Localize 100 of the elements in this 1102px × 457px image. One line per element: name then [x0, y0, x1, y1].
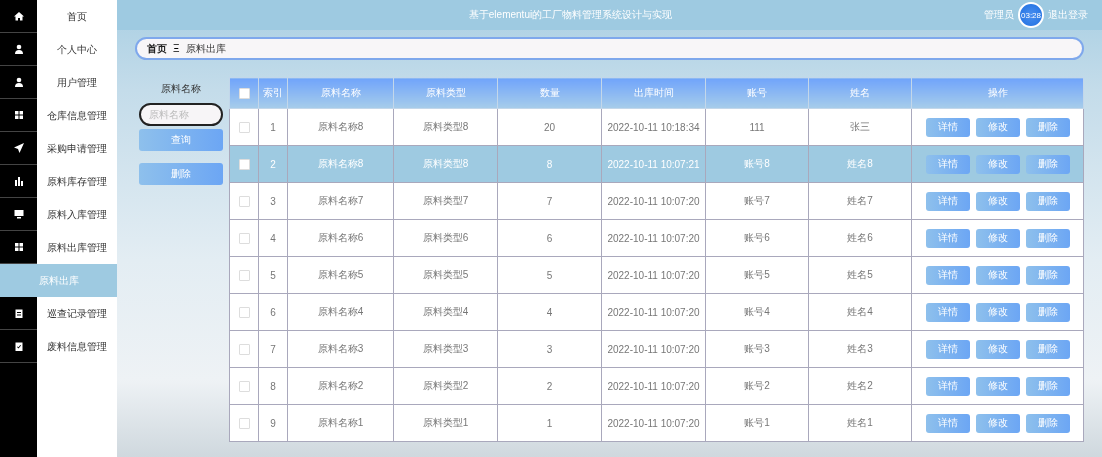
- table-cell: 原料名称4: [287, 293, 394, 331]
- table-cell: 2022-10-11 10:07:20: [601, 367, 706, 405]
- menu-item[interactable]: 个人中心: [37, 42, 117, 57]
- table-row[interactable]: 7 原料名称3 原料类型3 3 2022-10-11 10:07:20 账号3 姓名3 详情 修改 删除: [229, 330, 1084, 368]
- table-cell: 2022-10-11 10:07:20: [601, 182, 706, 220]
- table-cell: 6: [258, 293, 288, 331]
- menu-item[interactable]: 废料信息管理: [37, 339, 117, 354]
- table-cell: 4: [497, 293, 602, 331]
- table-cell: 2022-10-11 10:18:34: [601, 108, 706, 146]
- delete-row-button[interactable]: 删除: [1025, 154, 1070, 174]
- menu-item[interactable]: 首页: [37, 9, 117, 24]
- menu-item[interactable]: 仓库信息管理: [37, 108, 117, 123]
- delete-row-button[interactable]: 删除: [1025, 339, 1070, 359]
- table-cell: 账号6: [705, 219, 809, 257]
- table-cell: 原料类型8: [393, 145, 498, 183]
- table-cell: 原料类型7: [393, 182, 498, 220]
- row-checkbox[interactable]: [238, 269, 250, 281]
- table-cell: 2022-10-11 10:07:20: [601, 256, 706, 294]
- edit-button[interactable]: 修改: [975, 413, 1020, 433]
- table-cell: 原料类型1: [393, 404, 498, 442]
- row-checkbox[interactable]: [238, 232, 250, 244]
- breadcrumb-home[interactable]: 首页: [147, 41, 167, 56]
- row-checkbox[interactable]: [238, 195, 250, 207]
- column-header: 姓名: [808, 77, 912, 109]
- details-button[interactable]: 详情: [925, 117, 970, 137]
- details-button[interactable]: 详情: [925, 339, 970, 359]
- menu-item[interactable]: 原料入库管理: [37, 207, 117, 222]
- menu-item[interactable]: 采购申请管理: [37, 141, 117, 156]
- details-button[interactable]: 详情: [925, 302, 970, 322]
- table-cell: 姓名8: [808, 145, 912, 183]
- column-header: 原料类型: [393, 77, 498, 109]
- delete-button[interactable]: 删除: [139, 163, 223, 185]
- delete-row-button[interactable]: 删除: [1025, 265, 1070, 285]
- row-checkbox[interactable]: [238, 343, 250, 355]
- table-row[interactable]: 8 原料名称2 原料类型2 2 2022-10-11 10:07:20 账号2 姓名2 详情 修改 删除: [229, 367, 1084, 405]
- submenu-item[interactable]: 原料出库: [0, 264, 117, 297]
- table-cell: 原料名称6: [287, 219, 394, 257]
- menu-item[interactable]: 用户管理: [37, 75, 117, 90]
- select-all-checkbox[interactable]: [238, 87, 250, 99]
- details-button[interactable]: 详情: [925, 376, 970, 396]
- table-cell: 原料名称8: [287, 108, 394, 146]
- table-cell: 2022-10-11 10:07:20: [601, 219, 706, 257]
- edit-button[interactable]: 修改: [975, 339, 1020, 359]
- delete-row-button[interactable]: 删除: [1025, 413, 1070, 433]
- delete-row-button[interactable]: 删除: [1025, 117, 1070, 137]
- table-cell: 账号1: [705, 404, 809, 442]
- table-cell: 2022-10-11 10:07:20: [601, 330, 706, 368]
- menu-item[interactable]: 原料出库管理: [37, 240, 117, 255]
- menu-item[interactable]: 巡查记录管理: [37, 306, 117, 321]
- table-cell: 姓名3: [808, 330, 912, 368]
- edit-button[interactable]: 修改: [975, 154, 1020, 174]
- paper-plane-icon: [13, 143, 24, 153]
- row-checkbox[interactable]: [238, 417, 250, 429]
- edit-button[interactable]: 修改: [975, 117, 1020, 137]
- table-cell: 111: [705, 108, 809, 146]
- row-checkbox[interactable]: [238, 380, 250, 392]
- table-cell: 4: [258, 219, 288, 257]
- row-checkbox[interactable]: [238, 158, 250, 170]
- table-cell: 5: [258, 256, 288, 294]
- edit-button[interactable]: 修改: [975, 302, 1020, 322]
- column-header: 出库时间: [601, 77, 706, 109]
- column-header: 数量: [497, 77, 602, 109]
- delete-row-button[interactable]: 删除: [1025, 376, 1070, 396]
- delete-row-button[interactable]: 删除: [1025, 302, 1070, 322]
- logout-link[interactable]: 退出登录: [1048, 8, 1088, 22]
- row-checkbox[interactable]: [238, 121, 250, 133]
- column-header: 索引: [258, 77, 288, 109]
- table-cell: 2: [497, 367, 602, 405]
- table-cell: 账号3: [705, 330, 809, 368]
- row-checkbox[interactable]: [238, 306, 250, 318]
- details-button[interactable]: 详情: [925, 154, 970, 174]
- edit-button[interactable]: 修改: [975, 376, 1020, 396]
- table-cell: 3: [497, 330, 602, 368]
- monitor-icon: [13, 209, 24, 219]
- edit-button[interactable]: 修改: [975, 265, 1020, 285]
- table-row[interactable]: 3 原料名称7 原料类型7 7 2022-10-11 10:07:20 账号7 姓名7 详情 修改 删除: [229, 182, 1084, 220]
- table-row[interactable]: 1 原料名称8 原料类型8 20 2022-10-11 10:18:34 111 张三 详情 修改 删除: [229, 108, 1084, 146]
- table-row[interactable]: 6 原料名称4 原料类型4 4 2022-10-11 10:07:20 账号4 姓名4 详情 修改 删除: [229, 293, 1084, 331]
- table-cell: 原料类型5: [393, 256, 498, 294]
- table-cell: 张三: [808, 108, 912, 146]
- details-button[interactable]: 详情: [925, 191, 970, 211]
- table-cell: 账号2: [705, 367, 809, 405]
- details-button[interactable]: 详情: [925, 228, 970, 248]
- table-row[interactable]: 9 原料名称1 原料类型1 1 2022-10-11 10:07:20 账号1 姓名1 详情 修改 删除: [229, 404, 1084, 442]
- table-row[interactable]: 4 原料名称6 原料类型6 6 2022-10-11 10:07:20 账号6 姓名6 详情 修改 删除: [229, 219, 1084, 257]
- query-button[interactable]: 查询: [139, 129, 223, 151]
- details-button[interactable]: 详情: [925, 413, 970, 433]
- menu-item[interactable]: 原料库存管理: [37, 174, 117, 189]
- table-cell: 姓名1: [808, 404, 912, 442]
- delete-row-button[interactable]: 删除: [1025, 228, 1070, 248]
- bar-chart-icon: [13, 176, 24, 186]
- table-cell: 原料名称1: [287, 404, 394, 442]
- table-cell: 6: [497, 219, 602, 257]
- table-row[interactable]: 2 原料名称8 原料类型8 8 2022-10-11 10:07:21 账号8 姓名8 详情 修改 删除: [229, 145, 1084, 183]
- edit-button[interactable]: 修改: [975, 228, 1020, 248]
- edit-button[interactable]: 修改: [975, 191, 1020, 211]
- details-button[interactable]: 详情: [925, 265, 970, 285]
- delete-row-button[interactable]: 删除: [1025, 191, 1070, 211]
- table-row[interactable]: 5 原料名称5 原料类型5 5 2022-10-11 10:07:20 账号5 姓名5 详情 修改 删除: [229, 256, 1084, 294]
- table-cell: 1: [258, 108, 288, 146]
